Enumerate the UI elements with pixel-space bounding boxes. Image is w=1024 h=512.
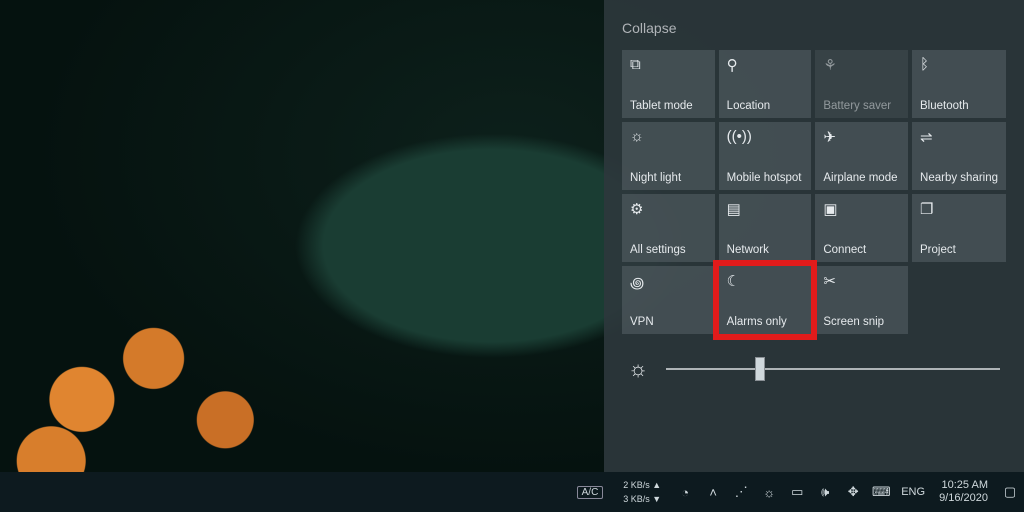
power-icon[interactable]: ▭ xyxy=(789,484,805,500)
mobile-hotspot-icon: ((•)) xyxy=(727,128,804,146)
network-icon: ▤ xyxy=(727,200,804,218)
ac-status-badge: A/C xyxy=(577,486,604,499)
tile-tablet-mode[interactable]: ⧉ Tablet mode xyxy=(622,50,715,118)
tile-label: Alarms only xyxy=(727,316,804,328)
tile-nearby-sharing[interactable]: ⇌ Nearby sharing xyxy=(912,122,1006,190)
network-speed-widget[interactable]: 2 KB/s ▲ 3 KB/s ▼ xyxy=(617,479,667,505)
tile-alarms-only[interactable]: ☾ Alarms only xyxy=(719,266,812,334)
tile-screen-snip[interactable]: ✂ Screen snip xyxy=(815,266,908,334)
clock-widget[interactable]: 10:25 AM 9/16/2020 xyxy=(931,479,996,505)
tray-expand-icon[interactable]: ˄ xyxy=(705,484,721,500)
clock-date: 9/16/2020 xyxy=(939,492,988,505)
action-center-icon[interactable]: ▢ xyxy=(1002,484,1018,500)
tile-battery-saver: ⚘ Battery saver xyxy=(815,50,908,118)
bluetooth-icon: ᛒ xyxy=(920,56,998,74)
tile-label: Screen snip xyxy=(823,316,900,328)
battery-saver-icon: ⚘ xyxy=(823,56,900,74)
vpn-icon: ꩜ xyxy=(630,272,707,290)
brightness-row: ☼ xyxy=(622,356,1006,382)
tile-airplane-mode[interactable]: ✈ Airplane mode xyxy=(815,122,908,190)
wifi-icon[interactable]: ⋰ xyxy=(733,484,749,500)
clock-time: 10:25 AM xyxy=(942,479,988,492)
net-download-label: 3 KB/s ▼ xyxy=(623,494,661,504)
tile-label: Project xyxy=(920,244,998,256)
brightness-tray-icon[interactable]: ☼ xyxy=(761,484,777,500)
tile-label: Night light xyxy=(630,172,707,184)
tile-label: All settings xyxy=(630,244,707,256)
focus-assist-icon: ☾ xyxy=(727,272,804,290)
tile-label: VPN xyxy=(630,316,707,328)
tile-network[interactable]: ▤ Network xyxy=(719,194,812,262)
net-upload-label: 2 KB/s ▲ xyxy=(623,480,661,490)
tile-label: Network xyxy=(727,244,804,256)
brightness-slider[interactable] xyxy=(666,368,1000,370)
quick-actions-grid: ⧉ Tablet mode ⚲ Location ⚘ Battery saver ᛒ Blue… xyxy=(622,50,1006,334)
tile-location[interactable]: ⚲ Location xyxy=(719,50,812,118)
tile-vpn[interactable]: ꩜ VPN xyxy=(622,266,715,334)
screen-snip-icon: ✂ xyxy=(823,272,900,290)
action-center-panel: Collapse ⧉ Tablet mode ⚲ Location ⚘ Battery s… xyxy=(604,0,1024,472)
tile-label: Battery saver xyxy=(823,100,900,112)
tile-label: Location xyxy=(727,100,804,112)
tile-label: Connect xyxy=(823,244,900,256)
keyboard-icon[interactable]: ⌨ xyxy=(873,484,889,500)
tile-label: Airplane mode xyxy=(823,172,900,184)
audio-icon[interactable]: 🕪 xyxy=(817,484,833,500)
location-icon: ⚲ xyxy=(727,56,804,74)
tile-mobile-hotspot[interactable]: ((•)) Mobile hotspot xyxy=(719,122,812,190)
tile-label: Mobile hotspot xyxy=(727,172,804,184)
night-light-icon: ☼ xyxy=(630,128,707,146)
dropbox-icon[interactable]: ✥ xyxy=(845,484,861,500)
collapse-button[interactable]: Collapse xyxy=(622,20,1006,36)
taskbar: A/C 2 KB/s ▲ 3 KB/s ▼ ◔ ˄ ⋰ ☼ ▭ 🕪 ✥ ⌨ EN… xyxy=(0,472,1024,512)
tile-label: Nearby sharing xyxy=(920,172,998,184)
airplane-mode-icon: ✈ xyxy=(823,128,900,146)
settings-icon: ⚙ xyxy=(630,200,707,218)
tablet-mode-icon: ⧉ xyxy=(630,56,707,74)
connect-icon: ▣ xyxy=(823,200,900,218)
language-indicator[interactable]: ENG xyxy=(895,479,931,505)
brightness-slider-thumb[interactable] xyxy=(755,357,765,381)
tile-label: Tablet mode xyxy=(630,100,707,112)
data-usage-icon[interactable]: ◔ xyxy=(677,484,693,500)
brightness-icon: ☼ xyxy=(628,356,648,382)
tile-bluetooth[interactable]: ᛒ Bluetooth xyxy=(912,50,1006,118)
tile-connect[interactable]: ▣ Connect xyxy=(815,194,908,262)
tile-project[interactable]: ❐ Project xyxy=(912,194,1006,262)
tile-night-light[interactable]: ☼ Night light xyxy=(622,122,715,190)
project-icon: ❐ xyxy=(920,200,998,218)
tile-label: Bluetooth xyxy=(920,100,998,112)
tile-all-settings[interactable]: ⚙ All settings xyxy=(622,194,715,262)
nearby-sharing-icon: ⇌ xyxy=(920,128,998,146)
